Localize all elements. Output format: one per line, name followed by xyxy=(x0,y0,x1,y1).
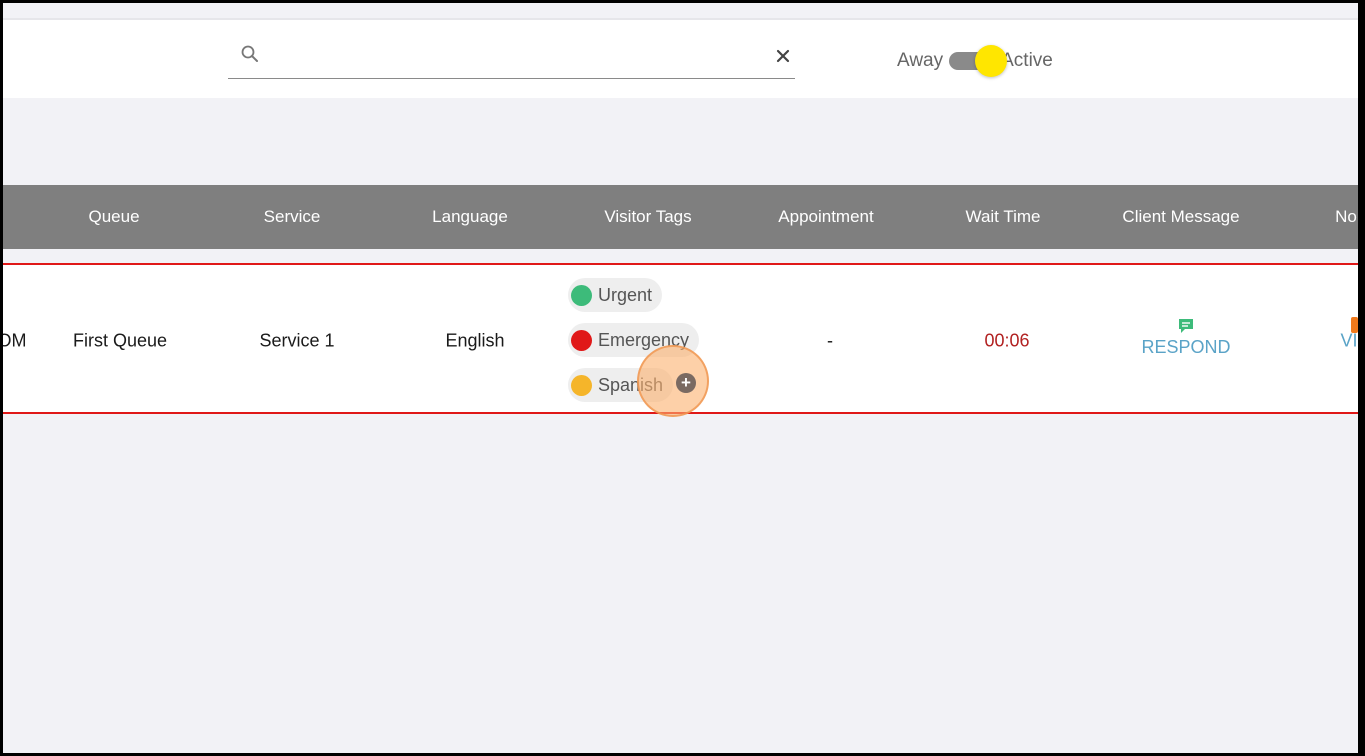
status-toggle-group: Away Active xyxy=(897,45,1053,77)
toggle-knob[interactable] xyxy=(975,45,1008,77)
away-label: Away xyxy=(897,50,944,71)
top-header: Away Active xyxy=(3,18,1358,98)
active-label: Active xyxy=(1001,50,1053,71)
table-row[interactable]: OM First Queue Service 1 English Urgent … xyxy=(3,263,1358,417)
app-frame: Away Active Queue Service Language Visit… xyxy=(3,3,1358,753)
screen-edge xyxy=(1358,0,1365,756)
tag-label: Spanish xyxy=(598,374,664,395)
tag-label: Emergency xyxy=(598,329,690,350)
chat-bubble-icon xyxy=(1179,319,1193,333)
column-header-language[interactable]: Language xyxy=(432,185,508,249)
column-header-service[interactable]: Service xyxy=(264,185,321,249)
top-strip xyxy=(3,3,1358,18)
visitor-tag-spanish[interactable]: Spanish xyxy=(568,368,674,402)
appointment-cell: - xyxy=(827,330,833,351)
close-icon[interactable] xyxy=(775,48,791,64)
search-bar xyxy=(228,40,795,79)
search-icon xyxy=(241,45,258,62)
respond-button[interactable]: RESPOND xyxy=(1141,317,1231,358)
respond-label: RESPOND xyxy=(1141,337,1231,357)
column-header-queue[interactable]: Queue xyxy=(88,185,139,249)
tag-label: Urgent xyxy=(598,284,653,305)
wait-time-cell: 00:06 xyxy=(984,330,1030,351)
language-cell: English xyxy=(445,330,505,351)
yellow-dot-icon xyxy=(571,374,592,396)
away-active-toggle[interactable] xyxy=(949,45,1008,77)
view-link[interactable]: VI xyxy=(1340,331,1357,352)
column-header-client-message[interactable]: Client Message xyxy=(1122,185,1239,249)
time-cell: OM xyxy=(3,330,27,351)
column-header-wait-time[interactable]: Wait Time xyxy=(966,185,1041,249)
add-tag-icon[interactable]: + xyxy=(676,373,696,393)
queue-cell: First Queue xyxy=(72,330,168,351)
green-dot-icon xyxy=(571,284,592,306)
visitor-tag-urgent[interactable]: Urgent xyxy=(568,278,663,312)
table-header: Queue Service Language Visitor Tags Appo… xyxy=(3,185,1358,249)
column-header-notes[interactable]: No xyxy=(1335,185,1357,249)
search-input[interactable] xyxy=(272,44,756,72)
visitor-tag-emergency[interactable]: Emergency xyxy=(568,323,700,357)
column-header-visitor-tags[interactable]: Visitor Tags xyxy=(604,185,691,249)
service-cell: Service 1 xyxy=(259,330,335,351)
column-header-appointment[interactable]: Appointment xyxy=(778,185,873,249)
red-dot-icon xyxy=(571,329,592,351)
